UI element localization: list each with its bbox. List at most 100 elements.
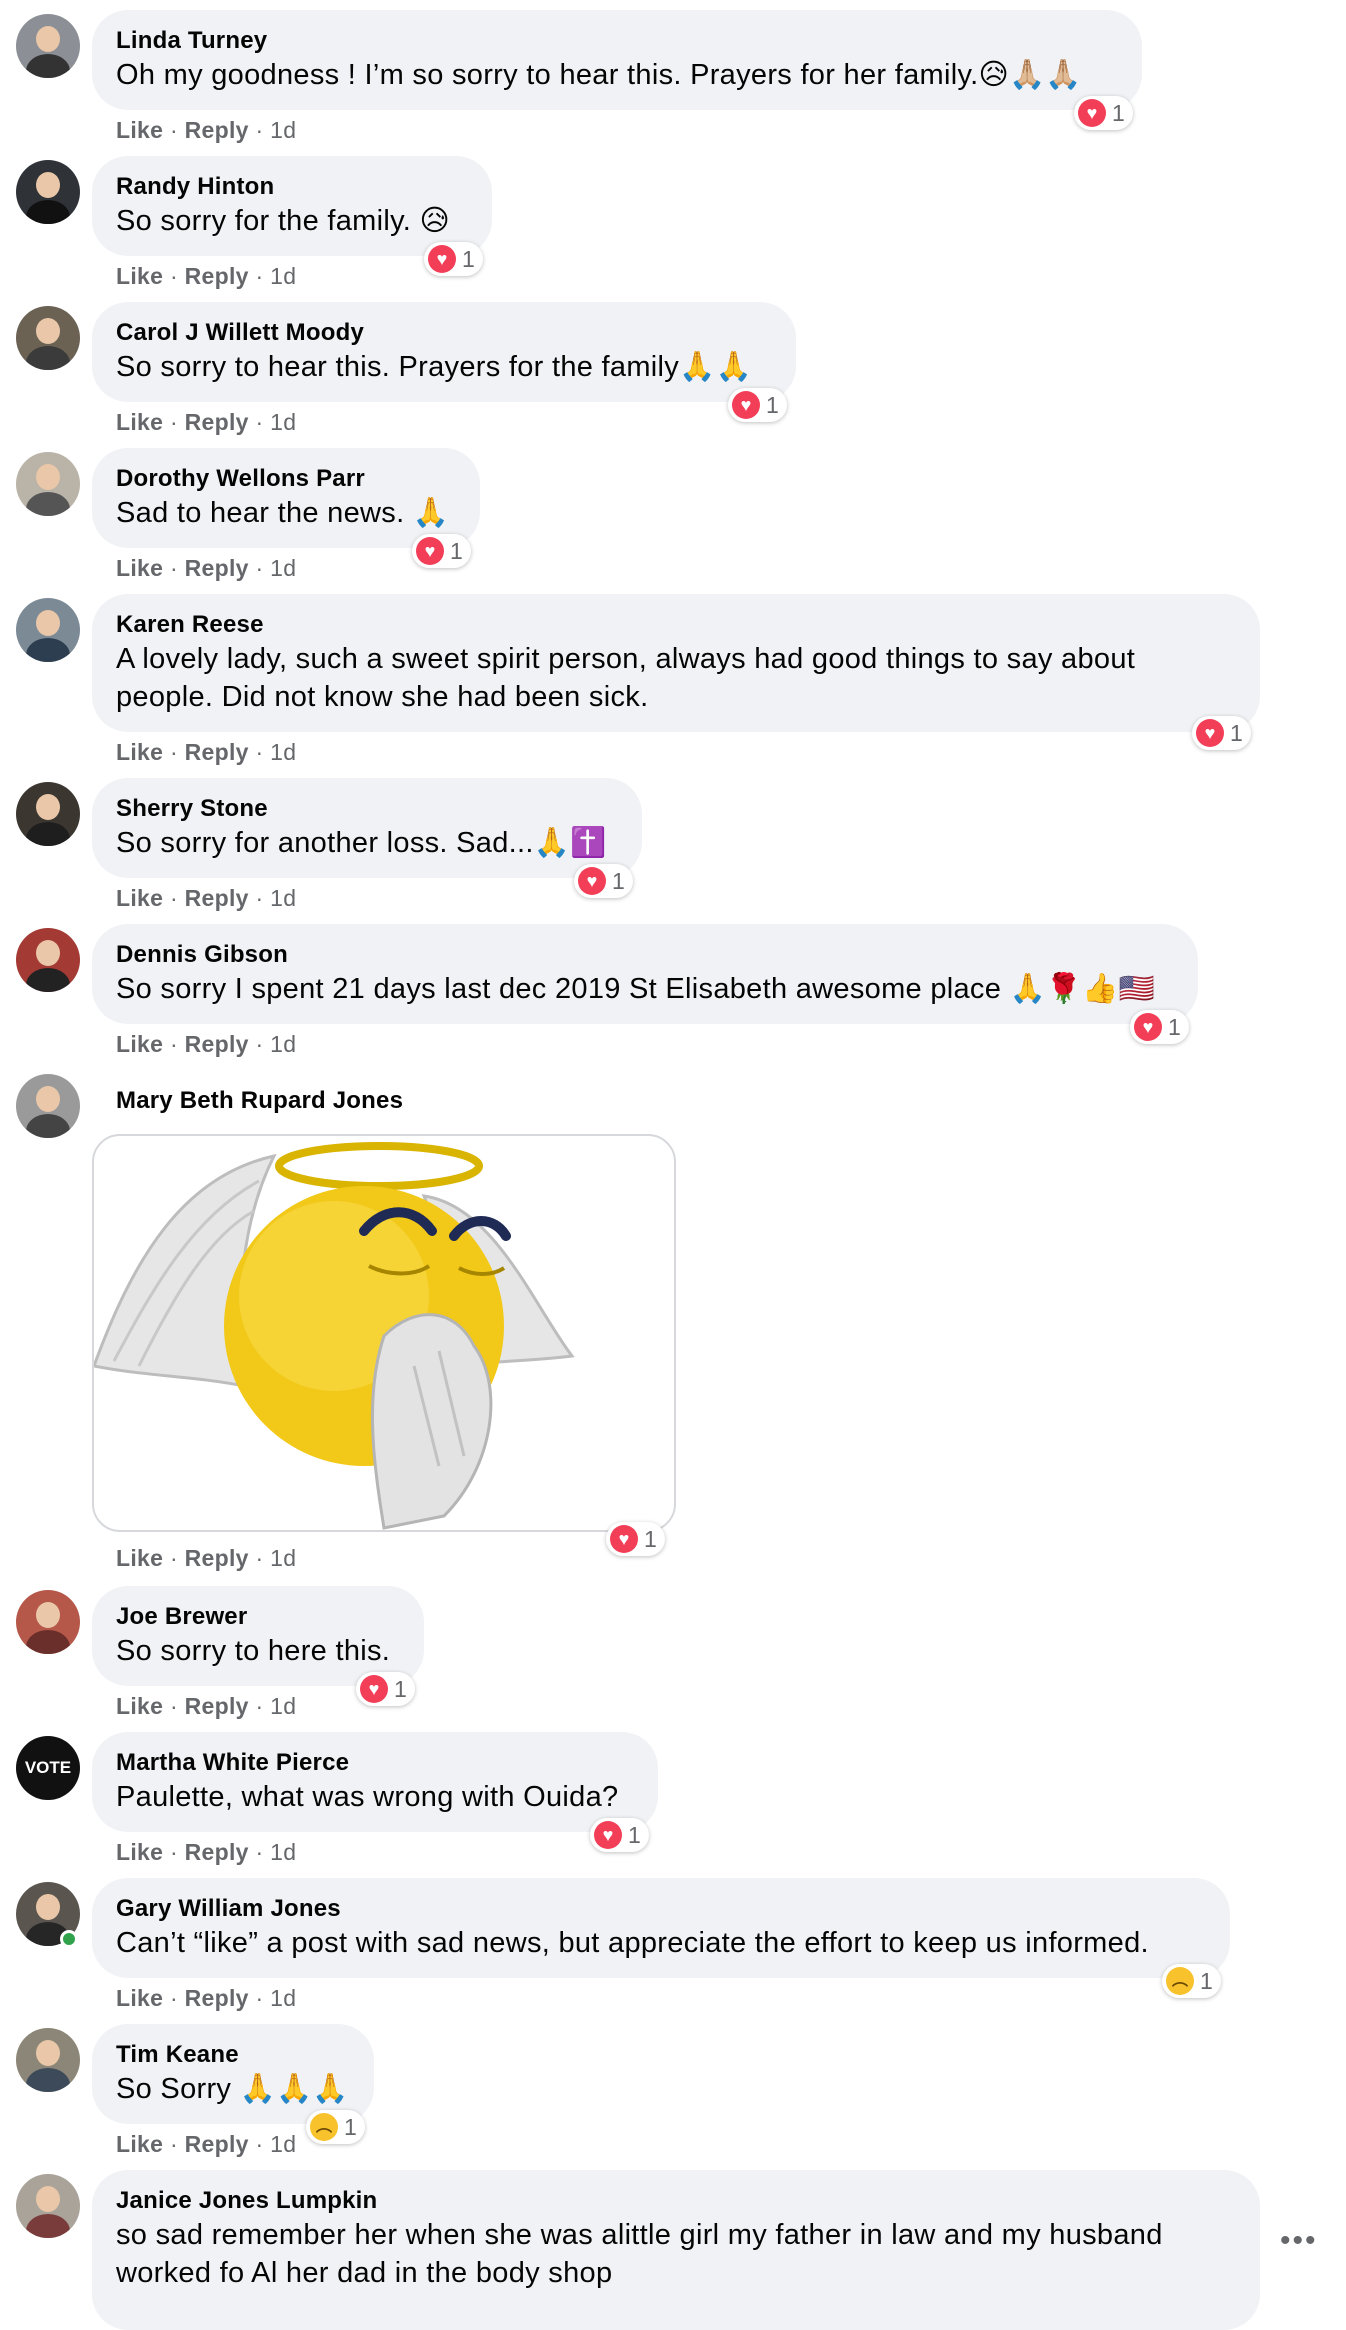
avatar[interactable] bbox=[16, 452, 80, 516]
comment-actions: Like · Reply · 1d bbox=[116, 1693, 297, 1719]
timestamp[interactable]: 1d bbox=[270, 117, 296, 143]
comment-actions: Like · Reply · 1d bbox=[116, 739, 297, 765]
like-link[interactable]: Like bbox=[116, 1031, 163, 1057]
comment-text: So sorry I spent 21 days last dec 2019 S… bbox=[116, 973, 1156, 1005]
avatar[interactable] bbox=[16, 928, 80, 992]
avatar[interactable] bbox=[16, 598, 80, 662]
reply-link[interactable]: Reply bbox=[185, 555, 249, 581]
heart-icon: ♥ bbox=[594, 1821, 622, 1849]
like-link[interactable]: Like bbox=[116, 263, 163, 289]
like-link[interactable]: Like bbox=[116, 555, 163, 581]
like-link[interactable]: Like bbox=[116, 117, 163, 143]
commenter-name[interactable]: Joe Brewer bbox=[116, 1602, 400, 1632]
comment-bubble: Karen Reese A lovely lady, such a sweet … bbox=[92, 594, 1260, 732]
comment-actions: Like · Reply · 1d bbox=[116, 409, 297, 435]
comment-actions: Like · Reply · 1d bbox=[116, 1985, 297, 2011]
timestamp[interactable]: 1d bbox=[270, 1839, 296, 1865]
commenter-name[interactable]: Randy Hinton bbox=[116, 172, 468, 202]
reply-link[interactable]: Reply bbox=[185, 1693, 249, 1719]
timestamp[interactable]: 1d bbox=[270, 1031, 296, 1057]
timestamp[interactable]: 1d bbox=[270, 1545, 296, 1571]
reply-link[interactable]: Reply bbox=[185, 885, 249, 911]
like-link[interactable]: Like bbox=[116, 409, 163, 435]
reply-link[interactable]: Reply bbox=[185, 2131, 249, 2157]
sad-reaction-icon: ︵ bbox=[1166, 1967, 1194, 1995]
timestamp[interactable]: 1d bbox=[270, 2131, 296, 2157]
avatar[interactable] bbox=[16, 2174, 80, 2238]
commenter-name[interactable]: Sherry Stone bbox=[116, 794, 618, 824]
timestamp[interactable]: 1d bbox=[270, 409, 296, 435]
reaction-count[interactable]: ♥ 1 bbox=[590, 1818, 649, 1852]
like-link[interactable]: Like bbox=[116, 1839, 163, 1865]
timestamp[interactable]: 1d bbox=[270, 1985, 296, 2011]
reaction-count[interactable]: ♥ 1 bbox=[574, 864, 633, 898]
commenter-name[interactable]: Janice Jones Lumpkin bbox=[116, 2186, 1236, 2216]
avatar[interactable] bbox=[16, 14, 80, 78]
heart-icon: ♥ bbox=[1134, 1013, 1162, 1041]
reply-link[interactable]: Reply bbox=[185, 1031, 249, 1057]
avatar[interactable] bbox=[16, 160, 80, 224]
commenter-name[interactable]: Martha White Pierce bbox=[116, 1748, 634, 1778]
reply-link[interactable]: Reply bbox=[185, 1545, 249, 1571]
timestamp[interactable]: 1d bbox=[270, 739, 296, 765]
comment-bubble: Dorothy Wellons Parr Sad to hear the new… bbox=[92, 448, 480, 548]
reply-link[interactable]: Reply bbox=[185, 739, 249, 765]
like-link[interactable]: Like bbox=[116, 1545, 163, 1571]
avatar[interactable]: VOTE bbox=[16, 1736, 80, 1800]
like-link[interactable]: Like bbox=[116, 1985, 163, 2011]
commenter-name[interactable]: Dorothy Wellons Parr bbox=[116, 464, 456, 494]
heart-icon: ♥ bbox=[428, 245, 456, 273]
reaction-count[interactable]: ♥ 1 bbox=[1130, 1010, 1189, 1044]
reaction-count[interactable]: ︵ 1 bbox=[306, 2110, 365, 2144]
reaction-count[interactable]: ♥ 1 bbox=[728, 388, 787, 422]
avatar[interactable] bbox=[16, 1590, 80, 1654]
reaction-count[interactable]: ♥ 1 bbox=[424, 242, 483, 276]
like-link[interactable]: Like bbox=[116, 1693, 163, 1719]
reaction-count[interactable]: ♥ 1 bbox=[412, 534, 471, 568]
timestamp[interactable]: 1d bbox=[270, 1693, 296, 1719]
avatar-text: VOTE bbox=[24, 1758, 72, 1777]
comment-actions: Like · Reply · 1d bbox=[116, 885, 297, 911]
like-link[interactable]: Like bbox=[116, 739, 163, 765]
commenter-name[interactable]: Karen Reese bbox=[116, 610, 1236, 640]
online-status-indicator bbox=[60, 1930, 78, 1948]
heart-icon: ♥ bbox=[732, 391, 760, 419]
commenter-name[interactable]: Linda Turney bbox=[116, 26, 1118, 56]
timestamp[interactable]: 1d bbox=[270, 885, 296, 911]
reaction-count[interactable]: ♥ 1 bbox=[1074, 96, 1133, 130]
timestamp[interactable]: 1d bbox=[270, 555, 296, 581]
comment-actions: Like · Reply · 1d bbox=[116, 117, 297, 143]
timestamp[interactable]: 1d bbox=[270, 263, 296, 289]
reply-link[interactable]: Reply bbox=[185, 1985, 249, 2011]
reaction-count[interactable]: ♥ 1 bbox=[1192, 716, 1251, 750]
commenter-name[interactable]: Carol J Willett Moody bbox=[116, 318, 772, 348]
commenter-name[interactable]: Mary Beth Rupard Jones bbox=[116, 1086, 403, 1116]
heart-icon: ♥ bbox=[1078, 99, 1106, 127]
reply-link[interactable]: Reply bbox=[185, 117, 249, 143]
avatar[interactable] bbox=[16, 2028, 80, 2092]
comment-bubble: Joe Brewer So sorry to here this. bbox=[92, 1586, 424, 1686]
commenter-name[interactable]: Gary William Jones bbox=[116, 1894, 1206, 1924]
ellipsis-icon[interactable]: ••• bbox=[1280, 2224, 1318, 2258]
reaction-count[interactable]: ♥ 1 bbox=[356, 1672, 415, 1706]
like-link[interactable]: Like bbox=[116, 2131, 163, 2157]
avatar[interactable] bbox=[16, 306, 80, 370]
comment-bubble: Linda Turney Oh my goodness ! I’m so sor… bbox=[92, 10, 1142, 110]
gif-attachment[interactable] bbox=[92, 1134, 676, 1532]
comment-bubble: Gary William Jones Can’t “like” a post w… bbox=[92, 1878, 1230, 1978]
reply-link[interactable]: Reply bbox=[185, 409, 249, 435]
reaction-count[interactable]: ︵ 1 bbox=[1162, 1964, 1221, 1998]
commenter-name[interactable]: Dennis Gibson bbox=[116, 940, 1174, 970]
heart-icon: ♥ bbox=[360, 1675, 388, 1703]
like-link[interactable]: Like bbox=[116, 885, 163, 911]
reply-link[interactable]: Reply bbox=[185, 1839, 249, 1865]
avatar[interactable] bbox=[16, 782, 80, 846]
comment-actions: Like · Reply · 1d bbox=[116, 2131, 297, 2157]
avatar[interactable] bbox=[16, 1074, 80, 1138]
commenter-name[interactable]: Tim Keane bbox=[116, 2040, 350, 2070]
reaction-count[interactable]: ♥ 1 bbox=[606, 1522, 665, 1556]
comment-actions: Like · Reply · 1d bbox=[116, 555, 297, 581]
comment-text: So sorry for the family. 😥 bbox=[116, 205, 451, 237]
heart-icon: ♥ bbox=[1196, 719, 1224, 747]
reply-link[interactable]: Reply bbox=[185, 263, 249, 289]
